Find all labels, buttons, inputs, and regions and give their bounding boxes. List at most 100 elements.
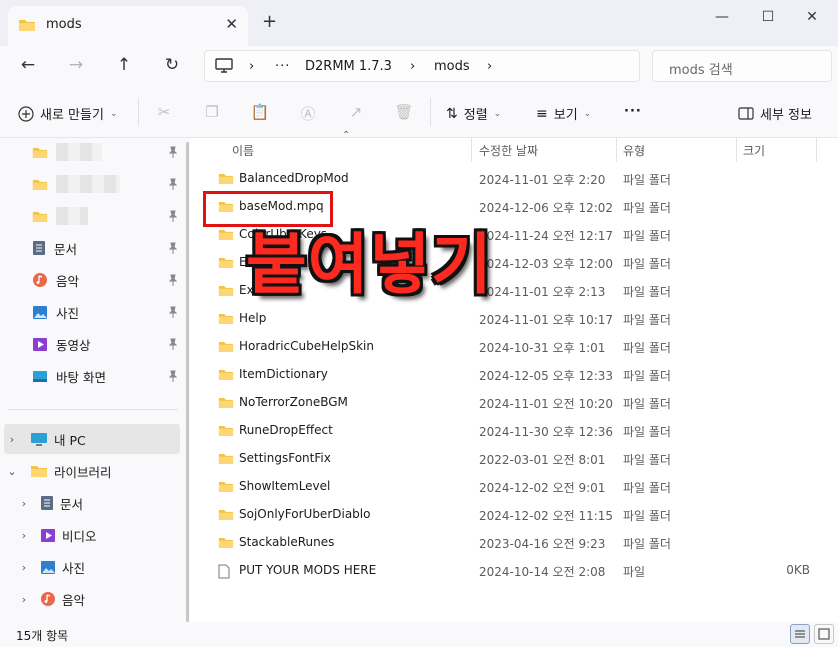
file-date: 2022-03-01 오전 8:01 bbox=[479, 453, 606, 467]
chevron-right-icon[interactable]: › bbox=[16, 497, 32, 510]
details-pane-button[interactable]: 세부 정보 bbox=[738, 104, 812, 123]
forward-button[interactable]: → bbox=[64, 55, 88, 75]
file-date: 2024-12-02 오전 11:15 bbox=[479, 509, 614, 523]
file-name: StackableRunes bbox=[239, 535, 335, 549]
cut-icon[interactable]: ✂ bbox=[154, 103, 174, 121]
file-type: 파일 bbox=[623, 565, 646, 579]
chevron-down-icon: ⌄ bbox=[109, 108, 118, 119]
table-row[interactable]: SettingsFontFix 2022-03-01 오전 8:01 파일 폴더 bbox=[190, 445, 830, 473]
tree-item-music[interactable]: › 음악 bbox=[16, 584, 192, 614]
tab-mods[interactable]: mods ✕ bbox=[8, 6, 248, 46]
table-row[interactable]: StackableRunes 2023-04-16 오전 9:23 파일 폴더 bbox=[190, 529, 830, 557]
tree-item-label: 내 PC bbox=[54, 432, 86, 448]
video-icon bbox=[33, 337, 47, 351]
quick-access-item[interactable] bbox=[32, 202, 182, 230]
quick-access-item[interactable] bbox=[32, 138, 182, 166]
table-row[interactable]: BalancedDropMod 2024-11-01 오후 2:20 파일 폴더 bbox=[190, 165, 830, 193]
table-row[interactable]: RuneDropEffect 2024-11-30 오후 12:36 파일 폴더 bbox=[190, 417, 830, 445]
sidebar-item-label: 바탕 화면 bbox=[56, 369, 106, 385]
file-date: 2024-11-01 오전 10:20 bbox=[479, 397, 614, 411]
folder-icon bbox=[218, 370, 234, 380]
quick-access-documents[interactable]: 문서 bbox=[32, 234, 182, 262]
address-bar[interactable]: › ··· D2RMM 1.7.3 › mods › bbox=[204, 50, 640, 82]
column-header-date[interactable]: 수정한 날짜 bbox=[479, 142, 538, 159]
tab-close-icon[interactable]: ✕ bbox=[225, 15, 238, 33]
chevron-right-icon[interactable]: › bbox=[16, 529, 32, 542]
navigation-pane: 문서 음악 사진 동영상 바탕 화면 › 내 PC ⌄ 라이브러리 › 문서 › bbox=[0, 138, 190, 622]
chevron-down-icon[interactable]: ⌄ bbox=[4, 465, 20, 478]
refresh-button[interactable]: ↻ bbox=[160, 55, 184, 75]
column-header-size[interactable]: 크기 bbox=[743, 142, 765, 159]
maximize-button[interactable]: ☐ bbox=[748, 4, 788, 30]
file-name: PUT YOUR MODS HERE bbox=[239, 563, 377, 577]
table-row[interactable]: ItemDictionary 2024-12-05 오후 12:33 파일 폴더 bbox=[190, 361, 830, 389]
tree-item-libraries[interactable]: ⌄ 라이브러리 bbox=[4, 456, 180, 486]
quick-access-item[interactable] bbox=[32, 170, 182, 198]
back-button[interactable]: ← bbox=[16, 55, 40, 75]
item-count: 15개 항목 bbox=[16, 629, 69, 643]
delete-icon[interactable]: 🗑 bbox=[394, 103, 414, 121]
file-name: RuneDropEffect bbox=[239, 423, 333, 437]
computer-icon bbox=[215, 58, 233, 73]
file-type: 파일 폴더 bbox=[623, 481, 671, 495]
file-icon bbox=[218, 564, 230, 579]
quick-access-pictures[interactable]: 사진 bbox=[32, 298, 182, 326]
tree-item-documents[interactable]: › 문서 bbox=[16, 488, 192, 518]
more-options-button[interactable]: ··· bbox=[624, 104, 642, 119]
view-button[interactable]: ≡ 보기 ⌄ bbox=[536, 104, 591, 124]
highlight-box bbox=[203, 191, 333, 227]
search-input[interactable]: mods 검색 bbox=[669, 59, 733, 78]
table-row[interactable]: SojOnlyForUberDiablo 2024-12-02 오전 11:15 파… bbox=[190, 501, 830, 529]
new-tab-button[interactable]: + bbox=[262, 11, 277, 32]
sidebar-scrollbar[interactable] bbox=[186, 142, 189, 622]
chevron-right-icon[interactable]: › bbox=[16, 561, 32, 574]
table-row[interactable]: Help 2024-11-01 오후 10:17 파일 폴더 bbox=[190, 305, 830, 333]
sidebar-divider bbox=[8, 409, 178, 410]
table-row[interactable]: NoTerrorZoneBGM 2024-11-01 오전 10:20 파일 폴더 bbox=[190, 389, 830, 417]
paste-icon[interactable]: 📋 bbox=[250, 103, 270, 121]
column-divider[interactable] bbox=[471, 138, 472, 162]
breadcrumb-ellipsis[interactable]: ··· bbox=[275, 59, 290, 74]
table-row[interactable]: ShowItemLevel 2024-12-02 오전 9:01 파일 폴더 bbox=[190, 473, 830, 501]
file-type: 파일 폴더 bbox=[623, 453, 671, 467]
file-name: Help bbox=[239, 311, 267, 325]
file-name: ItemDictionary bbox=[239, 367, 328, 381]
new-button[interactable]: 새로 만들기 ⌄ bbox=[18, 104, 117, 123]
quick-access-music[interactable]: 음악 bbox=[32, 266, 182, 294]
file-type: 파일 폴더 bbox=[623, 369, 671, 383]
sidebar-item-label: 사진 bbox=[56, 305, 80, 321]
chevron-right-icon[interactable]: › bbox=[4, 433, 20, 446]
file-date: 2023-04-16 오전 9:23 bbox=[479, 537, 606, 551]
plus-circle-icon bbox=[18, 105, 34, 122]
column-divider[interactable] bbox=[616, 138, 617, 162]
quick-access-desktop[interactable]: 바탕 화면 bbox=[32, 362, 182, 390]
rename-icon[interactable]: Ⓐ bbox=[298, 103, 318, 123]
pin-icon bbox=[168, 210, 178, 222]
breadcrumb-mods[interactable]: mods bbox=[434, 59, 470, 74]
tree-item-this-pc[interactable]: › 내 PC bbox=[4, 424, 180, 454]
tree-item-videos[interactable]: › 비디오 bbox=[16, 520, 192, 550]
table-row[interactable]: PUT YOUR MODS HERE 2024-10-14 오전 2:08 파일 0K… bbox=[190, 557, 830, 585]
large-icons-view-button[interactable] bbox=[814, 624, 834, 644]
quick-access-videos[interactable]: 동영상 bbox=[32, 330, 182, 358]
tree-item-label: 비디오 bbox=[62, 528, 97, 544]
share-icon[interactable]: ↗ bbox=[346, 103, 366, 121]
table-row[interactable]: HoradricCubeHelpSkin 2024-10-31 오후 1:01 파일… bbox=[190, 333, 830, 361]
minimize-button[interactable]: — bbox=[702, 4, 742, 30]
redacted-label bbox=[56, 207, 88, 225]
column-header-name[interactable]: 이름 bbox=[232, 142, 254, 159]
chevron-right-icon[interactable]: › bbox=[16, 593, 32, 606]
column-divider[interactable] bbox=[736, 138, 737, 162]
breadcrumb-d2rmm[interactable]: D2RMM 1.7.3 bbox=[305, 59, 392, 74]
copy-icon[interactable]: ❐ bbox=[202, 103, 222, 121]
details-view-button[interactable] bbox=[790, 624, 810, 644]
tree-item-pictures[interactable]: › 사진 bbox=[16, 552, 192, 582]
up-button[interactable]: ↑ bbox=[112, 55, 136, 75]
column-divider[interactable] bbox=[816, 138, 817, 162]
window-close-button[interactable]: ✕ bbox=[792, 4, 832, 30]
search-box[interactable]: mods 검색 bbox=[652, 50, 832, 82]
pin-icon bbox=[168, 370, 178, 382]
toolbar-divider bbox=[430, 98, 431, 126]
sort-button[interactable]: ⇅ 정렬 ⌄ bbox=[446, 104, 501, 124]
column-header-type[interactable]: 유형 bbox=[623, 142, 645, 159]
